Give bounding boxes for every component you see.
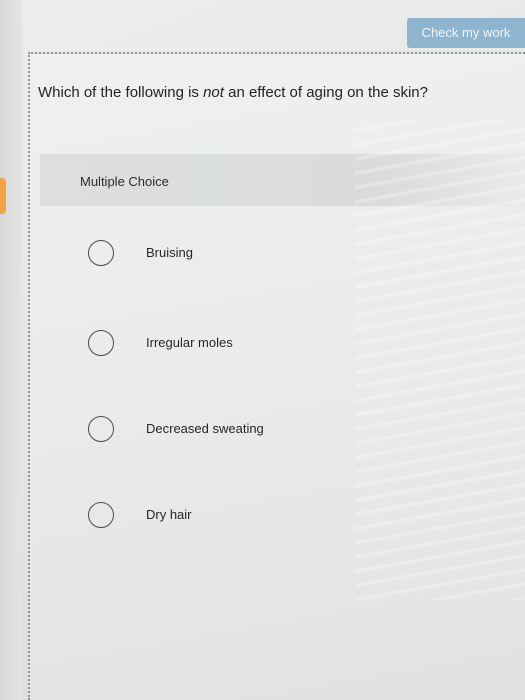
- question-emphasis: not: [203, 84, 224, 101]
- question-suffix: an effect of aging on the skin?: [223, 84, 428, 101]
- choice-label: Irregular moles: [146, 335, 233, 350]
- question-text: Which of the following is not an effect …: [38, 84, 428, 101]
- page-edge: [0, 0, 22, 700]
- side-tab[interactable]: [0, 178, 6, 214]
- choice-bruising[interactable]: Bruising: [88, 238, 448, 272]
- radio-button[interactable]: [88, 502, 114, 528]
- radio-button[interactable]: [88, 330, 114, 356]
- question-type-header: Multiple Choice: [40, 154, 525, 206]
- choice-label: Dry hair: [146, 507, 192, 522]
- radio-button[interactable]: [88, 240, 114, 266]
- question-type-label: Multiple Choice: [80, 174, 169, 189]
- choice-label: Bruising: [146, 245, 193, 260]
- question-card: Which of the following is not an effect …: [28, 52, 525, 700]
- radio-button[interactable]: [88, 416, 114, 442]
- choice-irregular-moles[interactable]: Irregular moles: [88, 328, 448, 362]
- question-prefix: Which of the following is: [38, 84, 204, 101]
- choice-label: Decreased sweating: [146, 421, 264, 436]
- choice-dry-hair[interactable]: Dry hair: [88, 500, 448, 534]
- check-my-work-button[interactable]: Check my work: [407, 18, 525, 48]
- choice-decreased-sweating[interactable]: Decreased sweating: [88, 414, 448, 448]
